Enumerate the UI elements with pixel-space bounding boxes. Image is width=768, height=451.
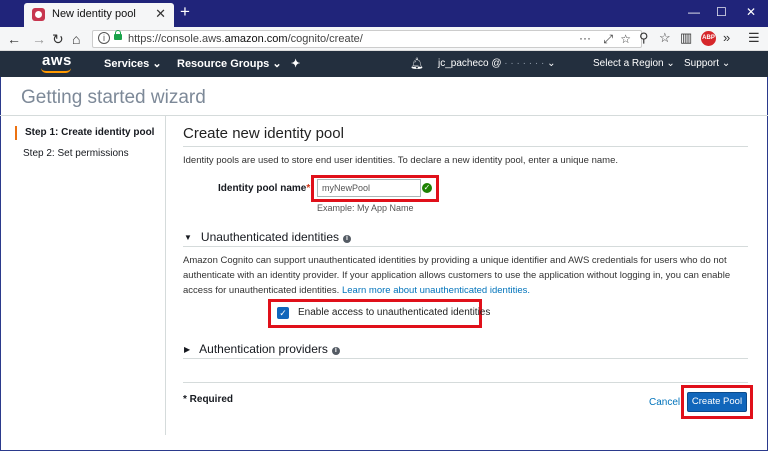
- divider: [183, 146, 748, 147]
- browser-tab-bar: New identity pool ✕ + — ☐ ✕: [0, 0, 768, 27]
- site-info-icon[interactable]: i: [98, 32, 110, 44]
- enable-unauth-checkbox[interactable]: ✓: [277, 307, 289, 319]
- required-note: * Required: [183, 394, 234, 405]
- enable-unauth-label[interactable]: Enable access to unauthenticated identit…: [298, 307, 490, 318]
- maximize-button[interactable]: ☐: [716, 5, 727, 19]
- browser-nav-bar: ← → ↻ ⌂ i https://console.aws.amazon.com…: [0, 27, 768, 51]
- sidebar-divider: [165, 115, 166, 435]
- form-heading: Create new identity pool: [183, 125, 344, 142]
- caret-down-icon: ▼: [184, 233, 192, 242]
- forward-arrow-icon[interactable]: →: [32, 30, 46, 48]
- caret-right-icon: ▶: [184, 345, 191, 354]
- info-icon: i: [331, 347, 340, 355]
- bookmark-star-icon[interactable]: ☆: [620, 32, 631, 46]
- divider: [183, 382, 748, 383]
- aws-logo[interactable]: aws: [42, 52, 72, 69]
- search-icon[interactable]: ⚲: [639, 31, 649, 45]
- region-menu[interactable]: Select a Region ⌄: [593, 58, 675, 69]
- aws-console-header: aws Services ⌄ Resource Groups ⌄ ✦ 🔔︎ jc…: [0, 51, 768, 77]
- create-pool-button[interactable]: Create Pool: [687, 392, 747, 412]
- tab-title: New identity pool: [52, 8, 136, 20]
- page-actions-icon[interactable]: ···: [579, 31, 591, 45]
- reload-icon[interactable]: ↻: [52, 30, 64, 48]
- valid-check-icon: ✓: [422, 183, 432, 193]
- chevron-down-icon: ⌄: [547, 58, 556, 69]
- chevron-down-icon: ⌄: [721, 58, 731, 69]
- info-icon: i: [343, 235, 352, 243]
- chevron-down-icon: ⌄: [272, 58, 282, 70]
- page-title: Getting started wizard: [21, 87, 206, 108]
- sidebar-icon[interactable]: ▥: [680, 31, 692, 45]
- home-icon[interactable]: ⌂: [72, 30, 80, 48]
- overflow-icon[interactable]: »: [723, 31, 730, 45]
- divider: [183, 246, 748, 247]
- unauth-section-toggle[interactable]: ▼ Unauthenticated identities i: [184, 230, 352, 244]
- unauth-description: Amazon Cognito can support unauthenticat…: [183, 255, 731, 296]
- reader-icon[interactable]: ⤢: [603, 32, 613, 47]
- learn-more-link[interactable]: Learn more about unauthenticated identit…: [342, 285, 530, 296]
- lock-icon: [114, 30, 122, 40]
- bell-icon[interactable]: 🔔︎: [410, 57, 424, 70]
- services-menu[interactable]: Services ⌄: [104, 57, 162, 70]
- tab-close-icon[interactable]: ✕: [155, 6, 166, 22]
- back-arrow-icon[interactable]: ←: [7, 30, 21, 48]
- new-tab-button[interactable]: +: [180, 2, 190, 22]
- account-menu[interactable]: jc_pacheco @ · · · · · · · ⌄: [438, 58, 555, 69]
- close-window-button[interactable]: ✕: [746, 5, 756, 19]
- wizard-step-1[interactable]: Step 1: Create identity pool: [15, 126, 154, 140]
- chevron-down-icon: ⌄: [666, 58, 675, 69]
- divider: [0, 115, 768, 116]
- pin-icon[interactable]: ✦: [291, 57, 300, 70]
- auth-providers-toggle[interactable]: ▶ Authentication providers i: [184, 342, 340, 356]
- wizard-step-2[interactable]: Step 2: Set permissions: [15, 148, 129, 159]
- intro-text: Identity pools are used to store end use…: [183, 155, 618, 166]
- cognito-favicon-icon: [32, 8, 45, 21]
- aws-smile-icon: [41, 68, 71, 73]
- url-text[interactable]: https://console.aws.amazon.com/cognito/c…: [128, 33, 363, 45]
- minimize-button[interactable]: —: [688, 5, 700, 19]
- chevron-down-icon: ⌄: [152, 58, 162, 70]
- pool-name-hint: Example: My App Name: [317, 203, 414, 213]
- cancel-link[interactable]: Cancel: [649, 397, 680, 408]
- divider: [183, 358, 748, 359]
- pool-name-label: Identity pool name*: [218, 183, 311, 194]
- adblock-icon[interactable]: ABP: [701, 31, 716, 46]
- bookmarks-icon[interactable]: ☆: [659, 31, 671, 45]
- menu-icon[interactable]: ☰: [748, 31, 760, 45]
- pool-name-input[interactable]: [317, 179, 421, 197]
- browser-tab[interactable]: New identity pool ✕: [24, 3, 174, 27]
- support-menu[interactable]: Support ⌄: [684, 58, 730, 69]
- resource-groups-menu[interactable]: Resource Groups ⌄: [177, 57, 282, 70]
- address-bar[interactable]: i https://console.aws.amazon.com/cognito…: [92, 30, 642, 48]
